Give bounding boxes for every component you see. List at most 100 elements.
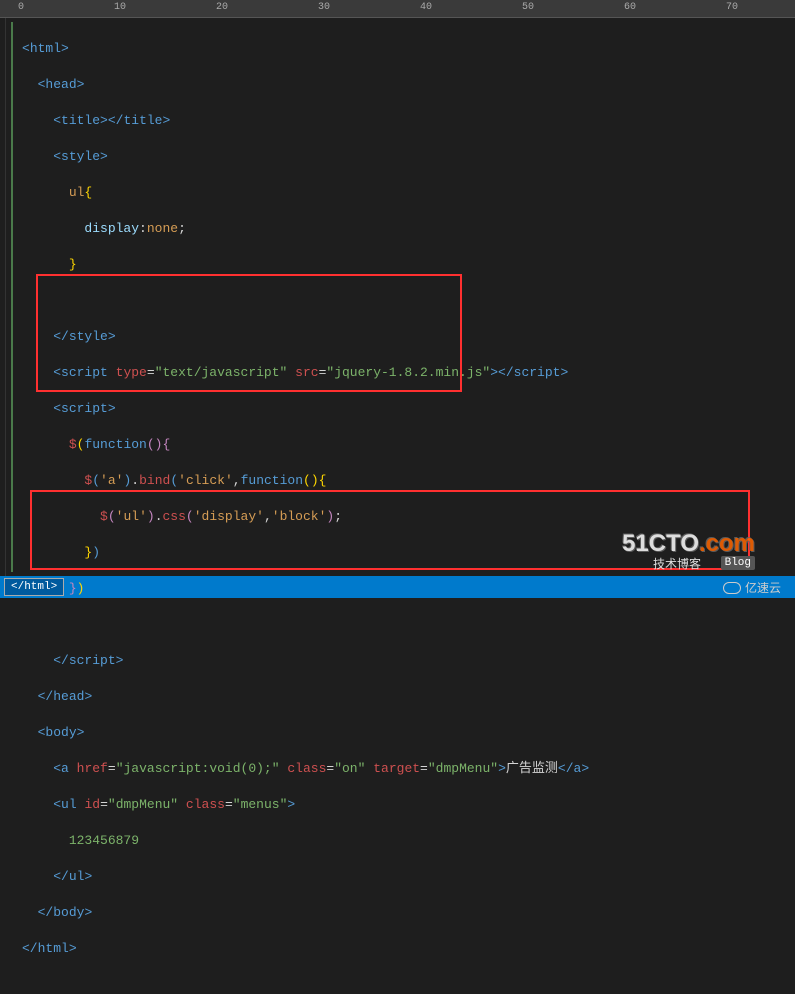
brace: } [69,257,77,272]
link-text: 广告监测 [506,761,558,776]
paren: ) [77,581,85,596]
tag-body: body [45,725,76,740]
ruler-mark: 20 [216,2,228,13]
text-content: 123456879 [69,833,139,848]
tag-bracket: > [61,41,69,56]
attr-val: menus [241,797,280,812]
tag-script-close: script [69,653,116,668]
tag-bracket: > [108,401,116,416]
tag-bracket: > [116,653,124,668]
tag-bracket: </ [53,869,69,884]
tag-html: html [30,41,61,56]
semi: ; [334,509,342,524]
paren: ( [108,509,116,524]
tag-bracket: </ [53,329,69,344]
attr-src: src [295,365,318,380]
comma: , [264,509,272,524]
method-css: css [163,509,186,524]
tag-script: script [61,401,108,416]
ruler-mark: 70 [726,2,738,13]
attr-class: class [287,761,326,776]
watermark-blog: Blog [721,556,755,570]
string-display: display [202,509,257,524]
paren: ( [186,509,194,524]
tag-bracket: > [108,329,116,344]
tag-bracket: > [581,761,589,776]
brace: } [69,581,77,596]
brace: { [84,185,92,200]
attr-val: javascript:void(0); [124,761,272,776]
tag-bracket: > [84,869,92,884]
keyword-function: function [84,437,146,452]
selector: ul [123,509,139,524]
paren: ) [311,473,319,488]
css-selector: ul [69,185,85,200]
eq: = [147,365,155,380]
tag-bracket: </ [498,365,514,380]
editor-area[interactable]: <html> <head> <title></title> <style> ul… [0,18,795,576]
tag-title-close: title [123,113,162,128]
tag-head-close: head [53,689,84,704]
fold-bar [6,18,18,576]
tag-bracket: > [100,113,108,128]
ruler-mark: 30 [318,2,330,13]
cloud-icon [723,582,741,594]
paren: ( [147,437,155,452]
paren: ( [303,473,311,488]
tag-bracket: > [77,725,85,740]
tag-bracket: > [498,761,506,776]
watermark-51cto: 51CTO.com [622,530,755,558]
tag-bracket: </ [108,113,124,128]
tag-bracket: </ [53,653,69,668]
paren: ( [92,473,100,488]
tag-bracket: > [162,113,170,128]
dot: . [155,509,163,524]
paren: ) [147,509,155,524]
watermark-sub: 技术博客 [653,555,701,572]
tag-bracket: </ [38,689,54,704]
tag-bracket: > [100,149,108,164]
ruler-mark: 50 [522,2,534,13]
attr-val: jquery-1.8.2.min.js [334,365,482,380]
tag-bracket: > [77,77,85,92]
tag-bracket: </ [22,941,38,956]
jquery-dollar: $ [100,509,108,524]
tag-script: script [61,365,108,380]
tag-bracket: < [53,761,61,776]
jquery-dollar: $ [69,437,77,452]
tag-bracket: < [53,365,61,380]
brace: { [319,473,327,488]
selector: a [108,473,116,488]
attr-href: href [77,761,108,776]
attr-class: class [186,797,225,812]
tag-bracket: > [287,797,295,812]
tag-script-close: script [514,365,561,380]
tag-bracket: < [53,113,61,128]
attr-id: id [84,797,100,812]
tag-a-close: a [574,761,582,776]
tag-bracket: > [69,941,77,956]
ruler-mark: 60 [624,2,636,13]
ruler: 0 10 20 30 40 50 60 70 [0,0,795,18]
dot: . [131,473,139,488]
brace: { [162,437,170,452]
tag-bracket: < [38,725,46,740]
tag-bracket: < [22,41,30,56]
tag-bracket: > [84,905,92,920]
semi: ; [178,221,186,236]
keyword-function: function [241,473,303,488]
string-click: click [186,473,225,488]
tag-bracket: </ [38,905,54,920]
tag-bracket: < [53,401,61,416]
tag-head: head [45,77,76,92]
tag-ul-close: ul [69,869,85,884]
colon: : [139,221,147,236]
string-block: block [280,509,319,524]
attr-target: target [373,761,420,776]
css-prop: display [84,221,139,236]
tag-bracket: < [53,149,61,164]
tag-bracket: > [84,689,92,704]
attr-val: dmpMenu [116,797,171,812]
code-content[interactable]: <html> <head> <title></title> <style> ul… [18,18,795,576]
tag-bracket: > [560,365,568,380]
